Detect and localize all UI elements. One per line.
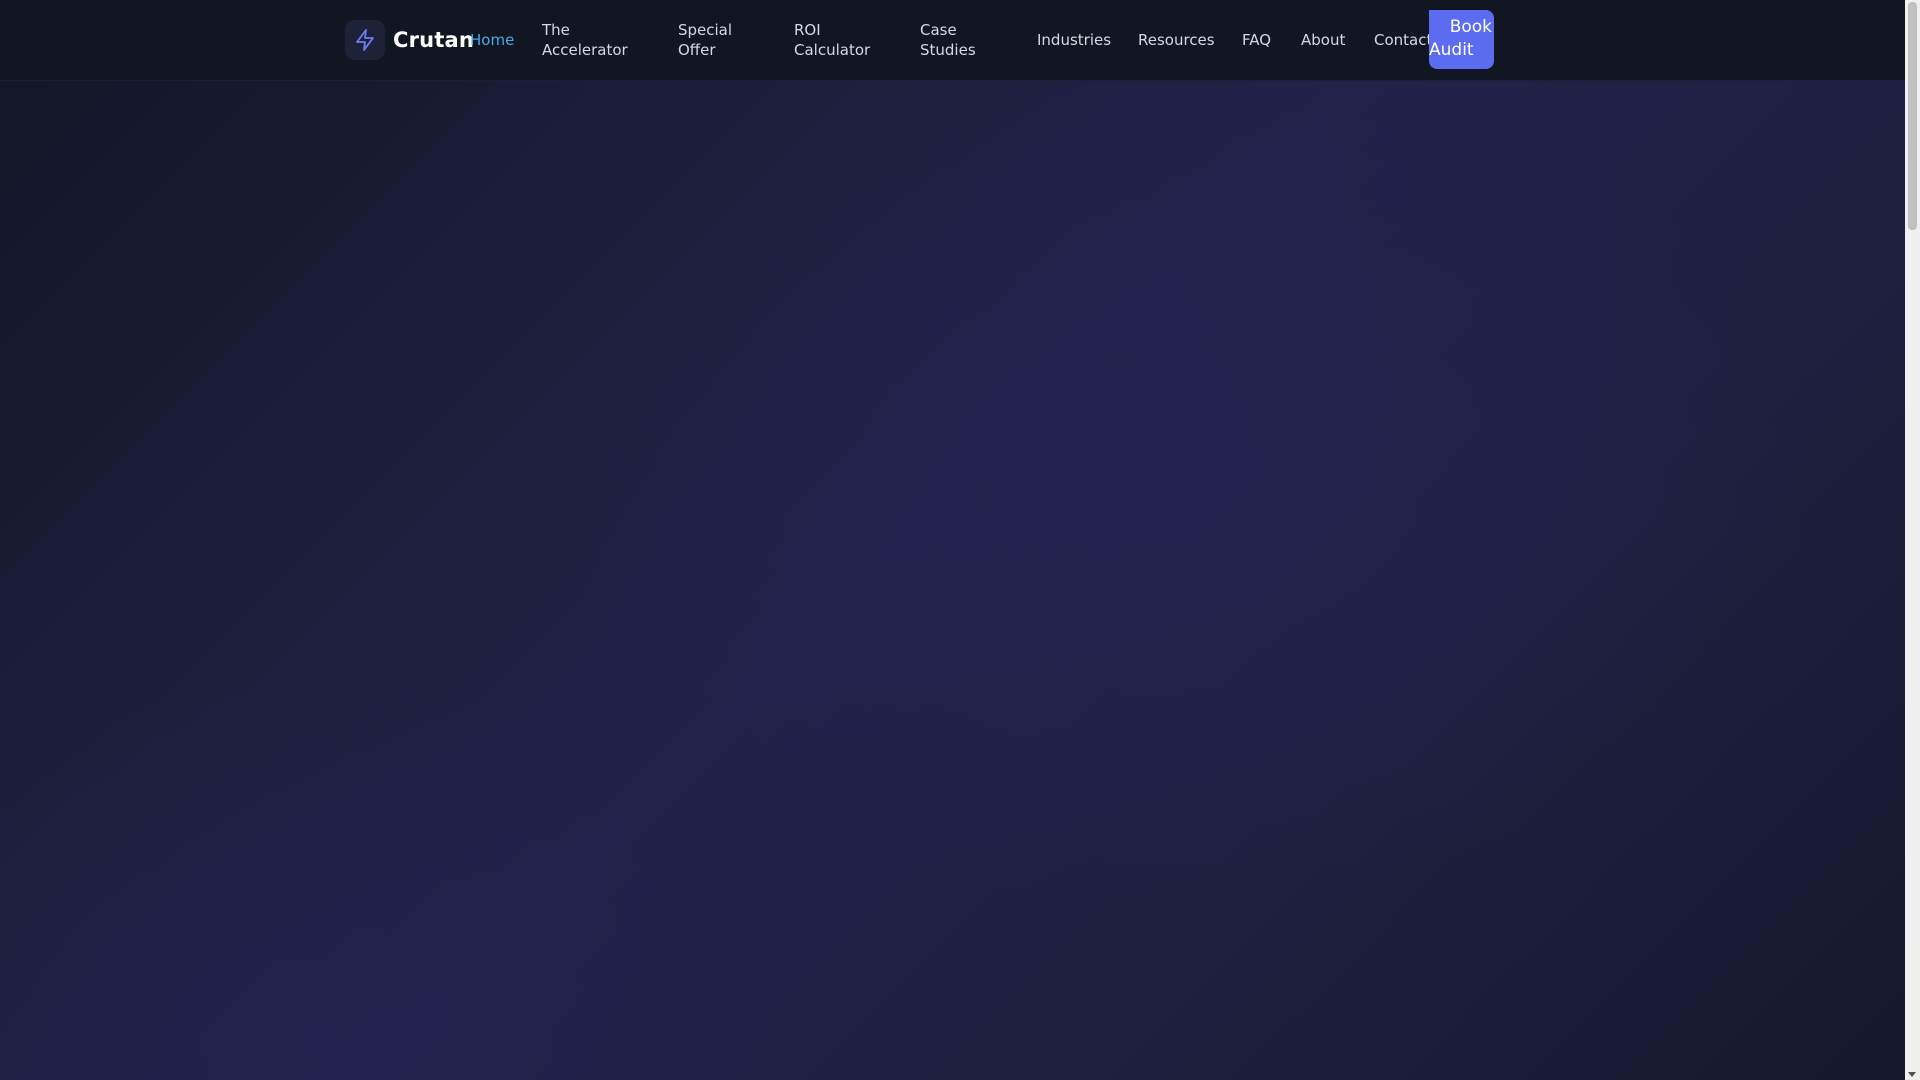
nav-contact[interactable]: Contact <box>1374 30 1432 50</box>
scroll-down-arrow-icon[interactable] <box>1908 1072 1916 1077</box>
cta-label-line: Audit <box>1429 40 1474 60</box>
nav-label-line: Offer <box>678 41 716 59</box>
hero-background <box>0 0 1920 1080</box>
nav-label-line: Studies <box>920 41 976 59</box>
page-viewport: Crutan Home The Accelerator Special Offe… <box>0 0 1920 1080</box>
nav-label-line: Special <box>678 21 733 39</box>
nav-home[interactable]: Home <box>470 30 514 50</box>
top-navbar: Crutan Home The Accelerator Special Offe… <box>0 0 1905 81</box>
nav-faq[interactable]: FAQ <box>1242 30 1271 50</box>
navbar-container: Crutan Home The Accelerator Special Offe… <box>345 0 1495 80</box>
nav-industries[interactable]: Industries <box>1037 30 1111 50</box>
vertical-scrollbar[interactable] <box>1905 0 1920 1080</box>
brand-logo-link[interactable]: Crutan <box>345 19 474 61</box>
nav-label-line: Case <box>920 21 957 39</box>
nav-the-accelerator[interactable]: The Accelerator <box>542 20 628 60</box>
nav-label-line: ROI <box>794 21 821 39</box>
nav-case-studies[interactable]: Case Studies <box>920 20 976 60</box>
nav-roi-calculator[interactable]: ROI Calculator <box>794 20 870 60</box>
nav-label-line: Accelerator <box>542 41 628 59</box>
nav-resources[interactable]: Resources <box>1138 30 1215 50</box>
cta-label-line: Book <box>1449 17 1492 37</box>
nav-label-line: The <box>542 21 570 39</box>
brand-name: Crutan <box>393 28 475 52</box>
nav-label-line: Calculator <box>794 41 871 59</box>
nav-about[interactable]: About <box>1301 30 1345 50</box>
lightning-bolt-icon <box>345 20 385 60</box>
book-audit-button[interactable]: Book Audit <box>1429 10 1494 69</box>
scrollbar-thumb[interactable] <box>1908 2 1917 230</box>
nav-special-offer[interactable]: Special Offer <box>678 20 732 60</box>
